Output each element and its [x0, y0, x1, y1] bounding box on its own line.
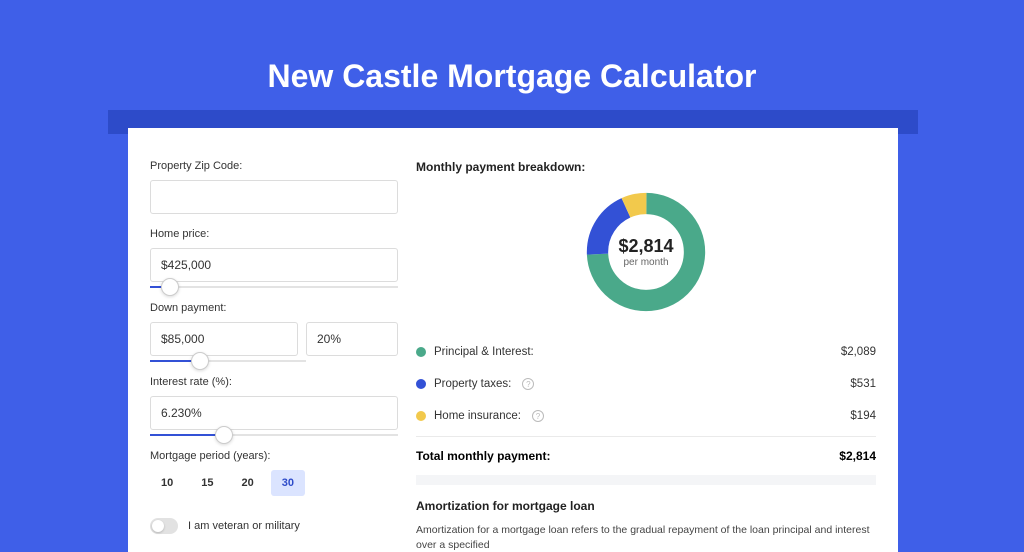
- legend-label: Property taxes:: [434, 378, 511, 390]
- inputs-column: Property Zip Code: Home price: Down paym…: [150, 150, 398, 552]
- slider-thumb[interactable]: [215, 426, 233, 444]
- total-line: Total monthly payment: $2,814: [416, 436, 876, 475]
- breakdown-title: Monthly payment breakdown:: [416, 160, 876, 174]
- down-payment-percent-input[interactable]: [306, 322, 398, 356]
- breakdown-column: Monthly payment breakdown: $2,814 per mo…: [416, 150, 876, 552]
- legend-taxes: Property taxes: ? $531: [416, 368, 876, 400]
- home-price-label: Home price:: [150, 228, 398, 240]
- legend-value: $2,089: [841, 346, 876, 358]
- period-option-30[interactable]: 30: [271, 470, 305, 496]
- period-option-15[interactable]: 15: [190, 470, 224, 496]
- home-price-slider[interactable]: [150, 286, 398, 288]
- total-value: $2,814: [839, 449, 876, 463]
- legend-insurance: Home insurance: ? $194: [416, 400, 876, 432]
- info-icon[interactable]: ?: [532, 410, 544, 422]
- down-payment-label: Down payment:: [150, 302, 398, 314]
- slider-thumb[interactable]: [191, 352, 209, 370]
- veteran-toggle[interactable]: [150, 518, 178, 534]
- donut-center-sub: per month: [623, 257, 668, 268]
- calculator-panel: Property Zip Code: Home price: Down paym…: [128, 128, 898, 552]
- legend-label: Home insurance:: [434, 410, 521, 422]
- dot-icon: [416, 347, 426, 357]
- total-label: Total monthly payment:: [416, 449, 550, 463]
- info-icon[interactable]: ?: [522, 378, 534, 390]
- down-payment-amount-input[interactable]: [150, 322, 298, 356]
- donut-center-amount: $2,814: [618, 236, 673, 257]
- veteran-label: I am veteran or military: [188, 520, 300, 532]
- period-option-20[interactable]: 20: [231, 470, 265, 496]
- interest-rate-input[interactable]: [150, 396, 398, 430]
- amortization-title: Amortization for mortgage loan: [416, 499, 876, 513]
- period-options: 10 15 20 30: [150, 470, 398, 496]
- zip-input[interactable]: [150, 180, 398, 214]
- slider-thumb[interactable]: [161, 278, 179, 296]
- payment-donut-chart: $2,814 per month: [582, 188, 710, 316]
- legend-value: $194: [850, 410, 876, 422]
- zip-label: Property Zip Code:: [150, 160, 398, 172]
- period-label: Mortgage period (years):: [150, 450, 398, 462]
- interest-rate-slider[interactable]: [150, 434, 398, 436]
- dot-icon: [416, 379, 426, 389]
- home-price-input[interactable]: [150, 248, 398, 282]
- legend-value: $531: [850, 378, 876, 390]
- amortization-card: Amortization for mortgage loan Amortizat…: [416, 475, 876, 552]
- period-option-10[interactable]: 10: [150, 470, 184, 496]
- legend-principal: Principal & Interest: $2,089: [416, 336, 876, 368]
- interest-rate-label: Interest rate (%):: [150, 376, 398, 388]
- dot-icon: [416, 411, 426, 421]
- legend-label: Principal & Interest:: [434, 346, 534, 358]
- down-payment-slider[interactable]: [150, 360, 306, 362]
- page-title: New Castle Mortgage Calculator: [0, 0, 1024, 115]
- amortization-body: Amortization for a mortgage loan refers …: [416, 523, 876, 552]
